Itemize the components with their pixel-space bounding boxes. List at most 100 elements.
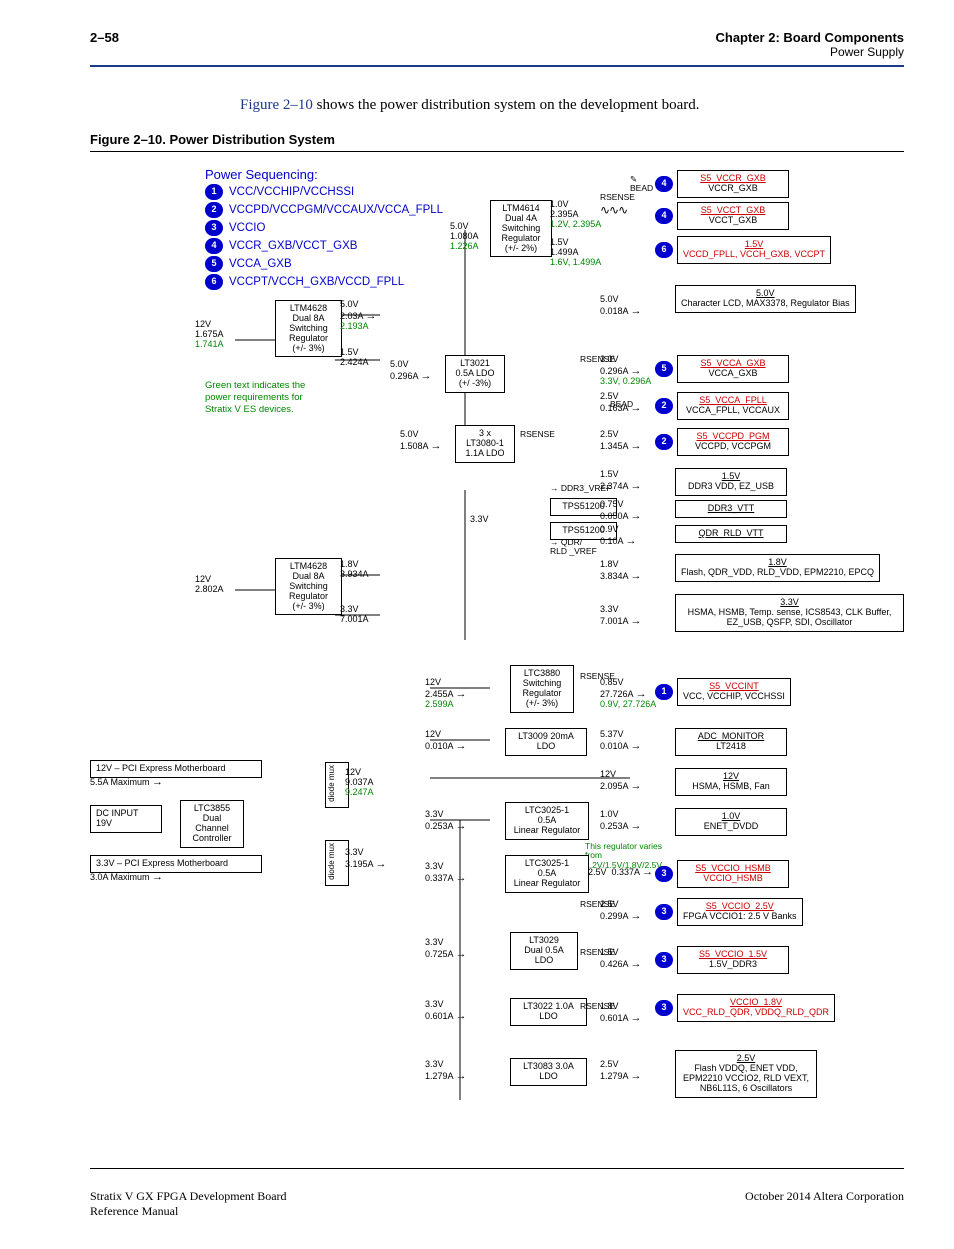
arrow-icon: [631, 616, 642, 626]
arrow-icon: [456, 741, 467, 751]
rail-row: 4 S5_VCCR_GXBVCCR_GXB: [655, 170, 789, 198]
arrow-icon: [431, 441, 442, 451]
mid-12v-2455: 12V 2.455A 2.599A: [425, 678, 467, 710]
rail-row: 5 S5_VCCA_GXBVCCA_GXB: [655, 355, 789, 383]
page-footer: Stratix V GX FPGA Development Board Refe…: [90, 1189, 904, 1219]
out-15-0426: 1.5V 0.426A: [600, 948, 642, 970]
input-dc: DC INPUT 19V: [90, 805, 162, 833]
rail-row: 6 1.5VVCCD_FPLL, VCCH_GXB, VCCPT: [655, 236, 831, 264]
rail-15v-vccd: 1.5VVCCD_FPLL, VCCH_GXB, VCCPT: [677, 236, 831, 264]
rail-vccio-15v: S5_VCCIO_1.5V1.5V_DDR3: [677, 946, 789, 974]
seq-pill: 1: [205, 184, 223, 200]
rail-10v-enet: 1.0VENET_DVDD: [675, 808, 787, 836]
arrow-icon: [152, 872, 163, 882]
mid-5v-1508: 5.0V 1.508A: [400, 430, 442, 452]
rail-15v-ddr3: 1.5VDDR3 VDD, EZ_USB: [675, 468, 787, 496]
out-09-010: 0.9V 0.10A: [600, 525, 637, 547]
out-18-0601: 1.8V 0.601A: [600, 1002, 642, 1024]
out-25-0337: 2.5V 0.337A: [588, 866, 653, 878]
rail-row: 3 VCCIO_1.8VVCC_RLD_QDR, VDDQ_RLD_QDR: [655, 994, 835, 1022]
rail-vcca-gxb: S5_VCCA_GXBVCCA_GXB: [677, 355, 789, 383]
out-33-7001: 3.3V 7.001A: [600, 605, 642, 627]
footer-left: Stratix V GX FPGA Development Board Refe…: [90, 1189, 287, 1219]
arrow-icon: [456, 1071, 467, 1081]
seq-item: 2VCCPD/VCCPGM/VCCAUX/VCCA_FPLL: [205, 202, 443, 218]
reg-ltm4614: LTM4614 Dual 4A Switching Regulator (+/-…: [490, 200, 552, 257]
mid-15v-2424: 1.5V 2.424A: [340, 348, 369, 368]
arrow-icon: [631, 1071, 642, 1081]
reg-ltc3025b: LTC3025-1 0.5A Linear Regulator: [505, 855, 589, 893]
footer-right: October 2014 Altera Corporation: [745, 1189, 904, 1219]
out-30-0296: 3.0V 0.296A 3.3V, 0.296A: [600, 355, 651, 387]
rsense-label: RSENSE: [600, 193, 635, 202]
mid-12v-0010: 12V 0.010A: [425, 730, 467, 752]
reg-lt3009: LT3009 20mA LDO: [505, 728, 587, 756]
sequencing-legend: Power Sequencing: 1VCC/VCCHIP/VCCHSSI 2V…: [205, 168, 443, 292]
reg-lt3021: LT3021 0.5A LDO (+/ -3%): [445, 355, 505, 393]
arrow-icon: [366, 311, 377, 321]
rail-vccio-18v: VCCIO_1.8VVCC_RLD_QDR, VDDQ_RLD_QDR: [677, 994, 835, 1022]
arrow-icon: [631, 741, 642, 751]
rail-12v-hsma: 12VHSMA, HSMB, Fan: [675, 768, 787, 796]
reg-ltc3880: LTC3880 Switching Regulator (+/- 3%): [510, 665, 574, 713]
arrow-icon: [376, 859, 387, 869]
mid-5v-1080: 5.0V 1.080A 1.226A: [450, 222, 479, 252]
green-note: Green text indicates the power requireme…: [205, 380, 315, 416]
rail-row: 3 S5_VCCIO_HSMBVCCIO_HSMB: [655, 860, 789, 888]
arrow-icon: [631, 821, 642, 831]
arrow-icon: [152, 777, 163, 787]
rail-vccio-hsmb: S5_VCCIO_HSMBVCCIO_HSMB: [677, 860, 789, 888]
rail-vcct-gxb: S5_VCCT_GXBVCCT_GXB: [677, 202, 789, 230]
seq-item: 6VCCPT/VCCH_GXB/VCCD_FPLL: [205, 274, 443, 290]
figure-box: Power Sequencing: 1VCC/VCCHIP/VCCHSSI 2V…: [90, 151, 904, 1169]
reg-ltm4628-b: LTM4628 Dual 8A Switching Regulator (+/-…: [275, 558, 342, 615]
reg-ltc3025a: LTC3025-1 0.5A Linear Regulator: [505, 802, 589, 840]
rail-ddr3-vtt: DDR3_VTT: [675, 500, 787, 518]
arrow-icon: [631, 511, 642, 521]
mid-33-3195: 3.3V 3.195A: [345, 848, 387, 870]
rail-vccint: S5_VCCINTVCC, VCCHIP, VCCHSSI: [677, 678, 791, 706]
input-pci-33v-max: 3.0A Maximum: [90, 871, 163, 883]
rail-row: 3 S5_VCCIO_2.5VFPGA VCCIO1: 2.5 V Banks: [655, 898, 803, 926]
mid-33-0601: 3.3V 0.601A: [425, 1000, 467, 1022]
intro-text: Figure 2–10 shows the power distribution…: [240, 97, 904, 114]
mid-33-1279: 3.3V 1.279A: [425, 1060, 467, 1082]
reg-lt3029: LT3029 Dual 0.5A LDO: [510, 932, 578, 970]
arrow-icon: [636, 689, 647, 699]
rail-row: 3 S5_VCCIO_1.5V1.5V_DDR3: [655, 946, 789, 974]
seq-pill: 6: [205, 274, 223, 290]
seq-pill: 4: [205, 238, 223, 254]
seq-item: 1VCC/VCCHIP/VCCHSSI: [205, 184, 443, 200]
rsense-label: RSENSE: [520, 430, 555, 439]
mid-33-0725: 3.3V 0.725A: [425, 938, 467, 960]
mid-18-3934: 1.8V 3.934A: [340, 560, 369, 580]
ddr3-vref-label: → DDR3_VREF: [550, 484, 611, 493]
seq-item: 4VCCR_GXB/VCCT_GXB: [205, 238, 443, 254]
out-085-27: 0.85V 27.726A 0.9V, 27.726A: [600, 678, 656, 710]
arrow-icon: [626, 536, 637, 546]
section-title: Power Supply: [715, 45, 904, 59]
mid-12v-9037: 12V 9.037A 9.247A: [345, 768, 374, 798]
rail-25v-flash: 2.5VFlash VDDQ, ENET VDD, EPM2210 VCCIO2…: [675, 1050, 817, 1098]
arrow-icon: [631, 571, 642, 581]
arrow-icon: [456, 949, 467, 959]
input-pci-12v-max: 5.5A Maximum: [90, 776, 163, 788]
mid-33-0253: 3.3V 0.253A: [425, 810, 467, 832]
arrow-icon: [631, 781, 642, 791]
arrow-icon: [456, 1011, 467, 1021]
out-25-0163: 2.5V 0.163A: [600, 392, 642, 414]
rail-vccio-25v: S5_VCCIO_2.5VFPGA VCCIO1: 2.5 V Banks: [677, 898, 803, 926]
arrow-icon: [631, 441, 642, 451]
qdr-vref-label: → QDR/ RLD _VREF: [550, 538, 597, 557]
mid-33-0337: 3.3V 0.337A: [425, 862, 467, 884]
arrow-icon: [631, 911, 642, 921]
rail-adc-monitor: ADC_MONITORLT2418: [675, 728, 787, 756]
arrow-icon: [631, 306, 642, 316]
input-12v-bot: 12V 2.802A: [195, 575, 224, 595]
out-18-3834: 1.8V 3.834A: [600, 560, 642, 582]
arrow-icon: [631, 481, 642, 491]
reg-ltc3855: LTC3855 Dual Channel Controller: [180, 800, 244, 848]
page-number: 2–58: [90, 30, 119, 45]
rail-row: 1 S5_VCCINTVCC, VCCHIP, VCCHSSI: [655, 678, 791, 706]
chapter-title: Chapter 2: Board Components: [715, 30, 904, 45]
